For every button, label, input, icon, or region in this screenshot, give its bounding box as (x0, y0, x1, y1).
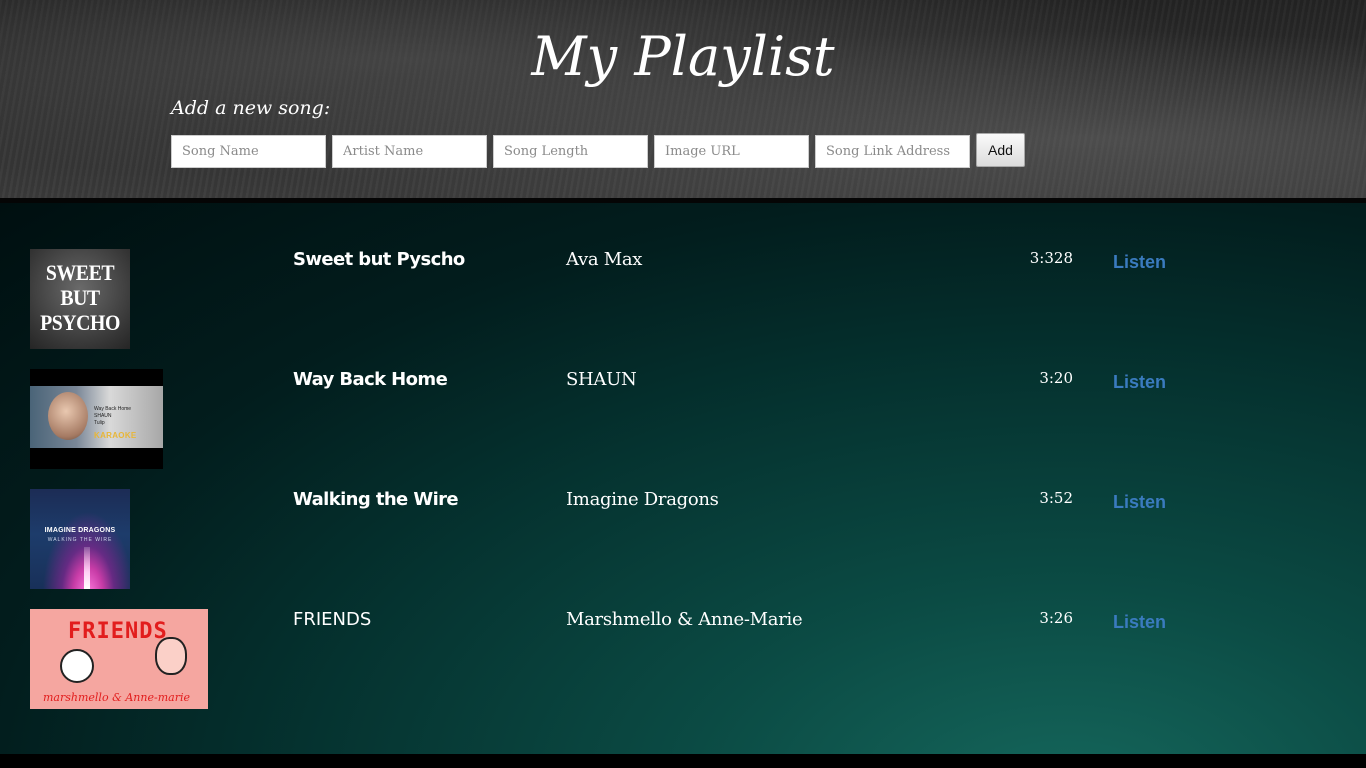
song-length: 3:26 (1039, 609, 1073, 627)
song-row: IMAGINE DRAGONS WALKING THE WIRE Walking… (0, 489, 1366, 589)
song-artist: SHAUN (566, 369, 637, 390)
cover-subtitle: marshmello & Anne-marie (43, 691, 190, 704)
page-title: My Playlist (531, 25, 835, 88)
album-cover: FRIENDS marshmello & Anne-marie (30, 609, 208, 709)
header: My Playlist Add a new song: Add (0, 0, 1366, 198)
cover-caption-line: Tulip (94, 420, 105, 426)
song-title: Walking the Wire (293, 489, 459, 510)
footer-bar (0, 754, 1366, 768)
song-title: Way Back Home (293, 369, 448, 390)
cover-light-beam (84, 547, 90, 589)
album-cover: IMAGINE DRAGONS WALKING THE WIRE (30, 489, 130, 589)
song-artist: Ava Max (566, 249, 643, 270)
cover-text: BUT (60, 285, 100, 310)
song-length: 3:52 (1039, 489, 1073, 507)
song-artist: Imagine Dragons (566, 489, 719, 510)
song-name-input[interactable] (171, 135, 326, 168)
karaoke-badge: KARAOKE (94, 431, 137, 440)
cover-text: SWEET (45, 260, 115, 285)
artist-name-input[interactable] (332, 135, 487, 168)
cover-caption-line: SHAUN (94, 413, 112, 419)
cover-doodle (60, 649, 94, 683)
cover-band-name: IMAGINE DRAGONS (44, 527, 116, 534)
listen-link[interactable]: Listen (1113, 251, 1166, 273)
add-song-label: Add a new song: (171, 97, 331, 119)
cover-title: FRIENDS (68, 619, 168, 644)
song-artist: Marshmello & Anne-Marie (566, 609, 803, 630)
add-button[interactable]: Add (976, 133, 1025, 167)
cover-text: PSYCHO (40, 310, 120, 335)
song-length: 3:20 (1039, 369, 1073, 387)
album-cover: SWEET BUT PSYCHO (30, 249, 130, 349)
song-length: 3:328 (1029, 249, 1073, 267)
listen-link[interactable]: Listen (1113, 371, 1166, 393)
song-row: FRIENDS marshmello & Anne-marie FRIENDS … (0, 609, 1366, 709)
cover-doodle (155, 637, 187, 675)
album-cover: Way Back Home SHAUN Tulip KARAOKE (30, 369, 163, 469)
song-title: Sweet but Pyscho (293, 249, 465, 270)
cover-caption-line: Way Back Home (94, 406, 132, 412)
song-title: FRIENDS (293, 609, 372, 630)
cover-portrait (48, 392, 88, 440)
song-row: SWEET BUT PSYCHO Sweet but Pyscho Ava Ma… (0, 249, 1366, 349)
cover-image: Way Back Home SHAUN Tulip KARAOKE (30, 386, 163, 448)
song-link-input[interactable] (815, 135, 970, 168)
listen-link[interactable]: Listen (1113, 491, 1166, 513)
listen-link[interactable]: Listen (1113, 611, 1166, 633)
song-length-input[interactable] (493, 135, 648, 168)
image-url-input[interactable] (654, 135, 809, 168)
cover-subtitle: WALKING THE WIRE (47, 537, 113, 543)
playlist: SWEET BUT PSYCHO Sweet but Pyscho Ava Ma… (0, 203, 1366, 754)
song-row: Way Back Home SHAUN Tulip KARAOKE Way Ba… (0, 369, 1366, 469)
cover-caption: Way Back Home SHAUN Tulip (94, 406, 131, 427)
